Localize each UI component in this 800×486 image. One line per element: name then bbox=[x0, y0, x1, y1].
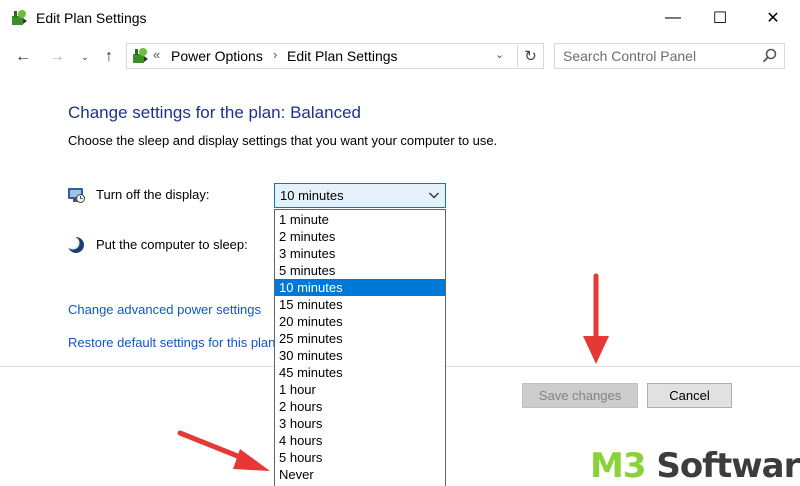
save-changes-button[interactable]: Save changes bbox=[522, 383, 638, 408]
dropdown-option[interactable]: 10 minutes bbox=[275, 279, 445, 296]
dropdown-option[interactable]: 15 minutes bbox=[275, 296, 445, 313]
search-box[interactable] bbox=[554, 43, 785, 69]
back-button[interactable]: ← bbox=[12, 46, 34, 68]
power-plan-icon bbox=[133, 48, 148, 63]
breadcrumb-separator-icon[interactable]: › bbox=[273, 47, 277, 62]
annotation-arrow-icon bbox=[177, 430, 270, 471]
sleep-timeout-label: Put the computer to sleep: bbox=[96, 237, 248, 252]
close-button[interactable]: ✕ bbox=[750, 0, 796, 36]
dropdown-option[interactable]: 5 minutes bbox=[275, 262, 445, 279]
dropdown-option[interactable]: 4 hours bbox=[275, 432, 445, 449]
navigation-bar: ← → ⌄ ↑ « Power Options › Edit Plan Sett… bbox=[0, 38, 800, 76]
restore-defaults-link[interactable]: Restore default settings for this plan bbox=[68, 335, 274, 350]
breadcrumb-overflow-icon[interactable]: « bbox=[153, 47, 160, 62]
window-title: Edit Plan Settings bbox=[36, 10, 147, 26]
chevron-down-icon bbox=[429, 192, 439, 199]
refresh-button[interactable]: ↻ bbox=[517, 45, 543, 67]
dropdown-option[interactable]: Never bbox=[275, 466, 445, 483]
m3-software-watermark: M3 Software bbox=[590, 446, 800, 486]
forward-button[interactable]: → bbox=[46, 46, 68, 68]
watermark-software: Software bbox=[656, 446, 800, 486]
close-icon: ✕ bbox=[766, 10, 780, 27]
power-plan-icon bbox=[12, 10, 27, 25]
up-button[interactable]: ↑ bbox=[98, 46, 120, 68]
arrow-up-icon: ↑ bbox=[105, 48, 113, 65]
dropdown-option[interactable]: 3 minutes bbox=[275, 245, 445, 262]
display-timeout-value: 10 minutes bbox=[280, 188, 344, 203]
moon-icon bbox=[66, 236, 84, 253]
dropdown-option[interactable]: 1 minute bbox=[275, 211, 445, 228]
dropdown-option[interactable]: 25 minutes bbox=[275, 330, 445, 347]
display-timeout-select[interactable]: 10 minutes bbox=[274, 183, 446, 208]
display-timeout-dropdown: 1 minute 2 minutes 3 minutes 5 minutes 10 mi… bbox=[274, 209, 446, 486]
dropdown-option[interactable]: 3 hours bbox=[275, 415, 445, 432]
maximize-icon: ☐ bbox=[712, 10, 728, 27]
display-timeout-label: Turn off the display: bbox=[96, 187, 210, 202]
annotation-arrow-icon bbox=[583, 273, 609, 364]
address-bar[interactable]: « Power Options › Edit Plan Settings ⌄ ↻ bbox=[126, 43, 544, 69]
dropdown-option[interactable]: 2 hours bbox=[275, 398, 445, 415]
recent-locations-button[interactable]: ⌄ bbox=[74, 46, 96, 68]
monitor-clock-icon bbox=[68, 188, 85, 203]
search-icon[interactable] bbox=[761, 47, 779, 65]
cancel-button[interactable]: Cancel bbox=[647, 383, 732, 408]
arrow-left-icon: ← bbox=[15, 48, 31, 65]
advanced-power-settings-link[interactable]: Change advanced power settings bbox=[68, 302, 274, 317]
page-heading: Change settings for the plan: Balanced bbox=[68, 103, 361, 122]
minimize-icon: — bbox=[665, 9, 681, 26]
arrow-right-icon: → bbox=[49, 48, 65, 65]
title-bar: Edit Plan Settings — ☐ ✕ bbox=[0, 0, 800, 36]
page-description: Choose the sleep and display settings th… bbox=[68, 133, 498, 148]
refresh-icon: ↻ bbox=[524, 48, 537, 65]
minimize-button[interactable]: — bbox=[650, 0, 696, 36]
dropdown-option[interactable]: 2 minutes bbox=[275, 228, 445, 245]
search-input[interactable] bbox=[555, 44, 755, 68]
watermark-m3: M3 bbox=[590, 446, 646, 486]
dropdown-option[interactable]: 1 hour bbox=[275, 381, 445, 398]
dropdown-option[interactable]: 30 minutes bbox=[275, 347, 445, 364]
breadcrumb-power-options[interactable]: Power Options bbox=[171, 48, 263, 64]
breadcrumb-edit-plan-settings[interactable]: Edit Plan Settings bbox=[287, 48, 398, 64]
dropdown-option[interactable]: 45 minutes bbox=[275, 364, 445, 381]
maximize-button[interactable]: ☐ bbox=[697, 0, 743, 36]
address-dropdown-icon[interactable]: ⌄ bbox=[495, 48, 504, 61]
dropdown-option[interactable]: 20 minutes bbox=[275, 313, 445, 330]
dropdown-option[interactable]: 5 hours bbox=[275, 449, 445, 466]
chevron-down-icon: ⌄ bbox=[80, 51, 90, 63]
